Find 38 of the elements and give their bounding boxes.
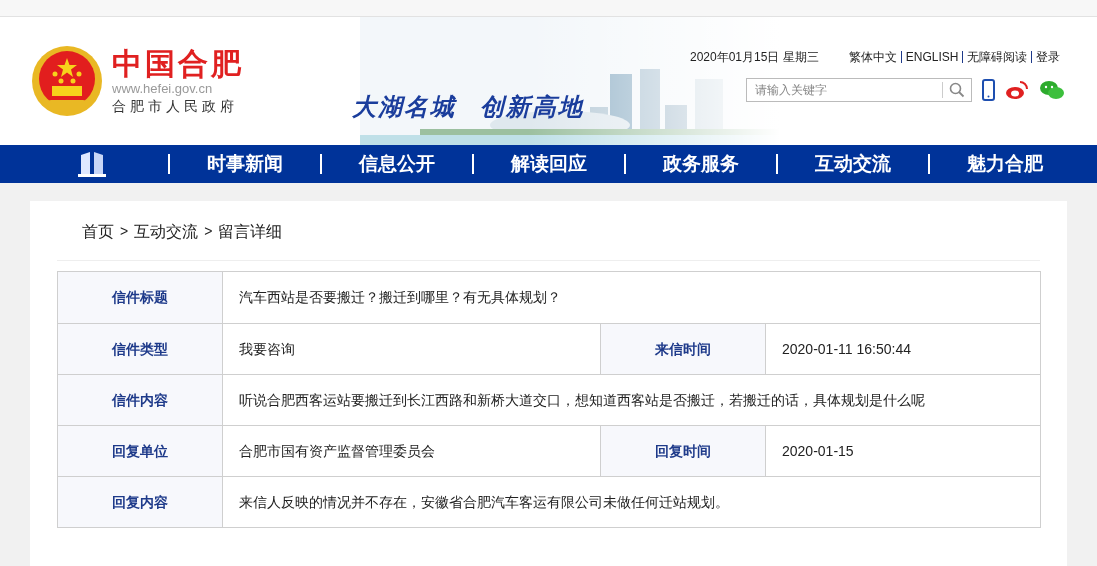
nav-item[interactable]: 信息公开 bbox=[322, 149, 472, 179]
slogan: 大湖名城 bbox=[352, 92, 456, 122]
slogan: 创新高地 bbox=[480, 92, 584, 122]
field-label: 回复内容 bbox=[58, 477, 223, 527]
field-value: 2020-01-11 16:50:44 bbox=[781, 339, 912, 359]
breadcrumb-separator: > bbox=[120, 222, 129, 241]
nav-item[interactable]: 魅力合肥 bbox=[930, 149, 1080, 179]
nav-item[interactable]: 时事新闻 bbox=[170, 149, 320, 179]
nav-item[interactable]: 政务服务 bbox=[626, 149, 776, 179]
field-label: 回复单位 bbox=[58, 426, 223, 476]
field-label: 信件类型 bbox=[58, 324, 223, 374]
header-link[interactable]: 繁体中文 bbox=[848, 48, 897, 66]
field-value: 听说合肥西客运站要搬迁到长江西路和新桥大道交口，想知道西客站是否搬迁，若搬迁的话，具体规划是什么呢 bbox=[238, 390, 926, 410]
field-label: 回复时间 bbox=[601, 426, 766, 476]
field-label: 信件内容 bbox=[58, 375, 223, 425]
header-link[interactable]: 登录 bbox=[1036, 48, 1061, 66]
site-subtitle: 合肥市人民政府 bbox=[112, 97, 239, 115]
breadcrumb-separator: > bbox=[204, 222, 213, 241]
breadcrumb-link[interactable]: 首页 bbox=[82, 219, 114, 244]
field-label: 来信时间 bbox=[601, 324, 766, 374]
site-name: 中国合肥 bbox=[112, 47, 244, 81]
wechat-icon[interactable] bbox=[1039, 80, 1065, 100]
building-icon[interactable] bbox=[78, 151, 106, 177]
field-value: 2020-01-15 bbox=[781, 441, 855, 461]
weibo-icon[interactable] bbox=[1005, 80, 1029, 100]
header-link[interactable]: 无障碍阅读 bbox=[967, 48, 1028, 66]
field-value: 汽车西站是否要搬迁？搬迁到哪里？有无具体规划？ bbox=[238, 288, 562, 307]
mobile-phone-icon[interactable] bbox=[982, 79, 995, 101]
header-link[interactable]: ENGLISH bbox=[905, 48, 959, 66]
national-emblem-icon bbox=[30, 44, 104, 118]
nav-item[interactable]: 互动交流 bbox=[778, 149, 928, 179]
breadcrumb-link[interactable]: 互动交流 bbox=[134, 219, 199, 244]
breadcrumb-link[interactable]: 留言详细 bbox=[218, 219, 283, 244]
nav-item[interactable]: 解读回应 bbox=[474, 149, 624, 179]
field-value: 来信人反映的情况并不存在，安徽省合肥汽车客运有限公司未做任何迁站规划。 bbox=[238, 492, 730, 512]
date-text: 2020年01月15日 星期三 bbox=[690, 49, 819, 66]
site-url: www.hefei.gov.cn bbox=[112, 81, 214, 97]
field-label: 信件标题 bbox=[58, 272, 223, 323]
